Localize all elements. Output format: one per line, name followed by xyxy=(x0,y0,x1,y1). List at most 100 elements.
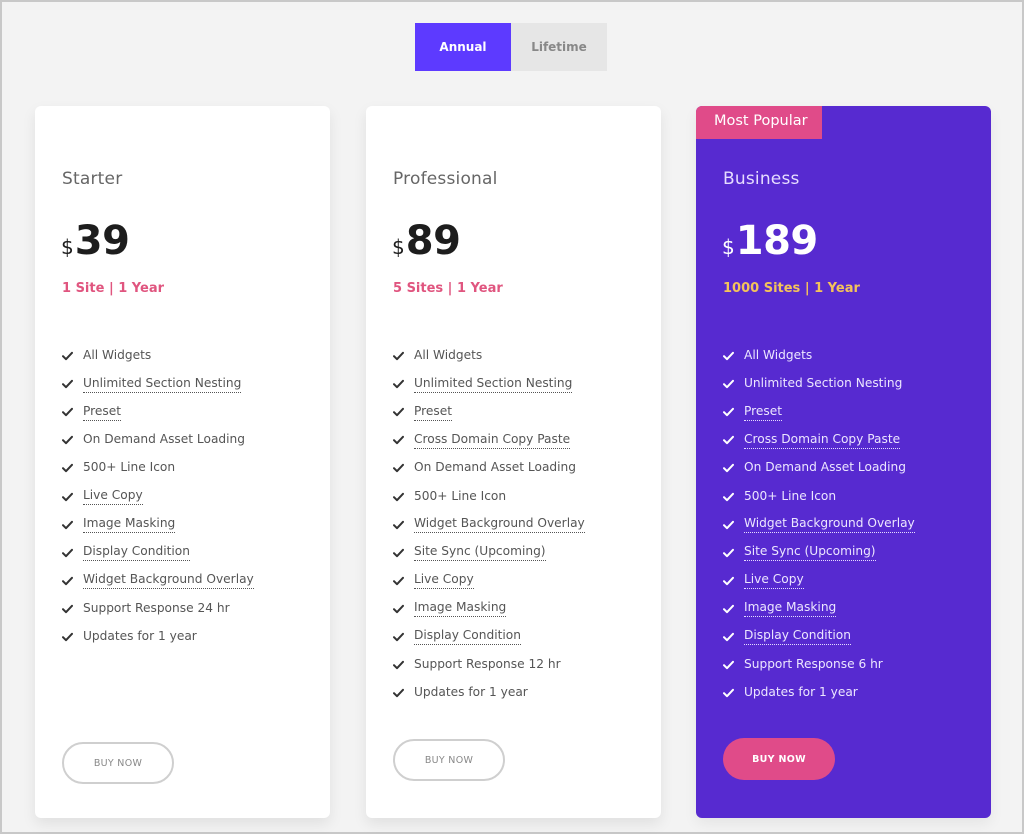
feature-tooltip-text[interactable]: Live Copy xyxy=(83,488,143,506)
feature-tooltip-text[interactable]: Image Masking xyxy=(414,600,507,618)
feature-item: Updates for 1 year xyxy=(62,623,254,651)
check-icon xyxy=(723,492,734,502)
feature-item: Image Masking xyxy=(393,595,585,623)
feature-tooltip-text[interactable]: Unlimited Section Nesting xyxy=(414,376,573,393)
check-icon xyxy=(393,632,404,642)
feature-list: All Widgets Unlimited Section Nesting Pres… xyxy=(62,342,254,651)
feature-item: On Demand Asset Loading xyxy=(62,426,254,454)
feature-tooltip-text[interactable]: Image Masking xyxy=(83,516,176,534)
check-icon xyxy=(62,632,73,642)
check-icon xyxy=(62,492,73,502)
check-icon xyxy=(62,407,73,417)
feature-item: Preset xyxy=(393,398,585,426)
pricing-card-business: Most Popular Business $ 189 1000 Sites |… xyxy=(696,106,991,818)
feature-item: All Widgets xyxy=(393,342,585,370)
feature-item: 500+ Line Icon xyxy=(62,454,254,482)
plan-name: Business xyxy=(723,169,800,189)
check-icon xyxy=(723,351,734,361)
feature-tooltip-text[interactable]: Cross Domain Copy Paste xyxy=(744,432,901,449)
feature-tooltip-text[interactable]: Unlimited Section Nesting xyxy=(83,376,242,393)
billing-toggle: Annual Lifetime xyxy=(415,23,607,71)
check-icon xyxy=(723,576,734,586)
tab-annual[interactable]: Annual xyxy=(415,23,511,71)
feature-item: Preset xyxy=(62,398,254,426)
currency-symbol: $ xyxy=(722,235,735,259)
feature-item: Preset xyxy=(723,398,915,426)
feature-item: Unlimited Section Nesting xyxy=(62,370,254,398)
feature-item: Cross Domain Copy Paste xyxy=(393,426,585,454)
check-icon xyxy=(393,463,404,473)
feature-item: Display Condition xyxy=(723,623,915,651)
check-icon xyxy=(393,407,404,417)
check-icon xyxy=(62,435,73,445)
buy-now-button[interactable]: BUY NOW xyxy=(393,739,505,781)
feature-tooltip-text[interactable]: Widget Background Overlay xyxy=(414,516,585,534)
check-icon xyxy=(393,520,404,530)
feature-item: Updates for 1 year xyxy=(723,679,915,707)
most-popular-badge: Most Popular xyxy=(696,106,822,139)
check-icon xyxy=(62,379,73,389)
feature-item: Live Copy xyxy=(62,482,254,510)
check-icon xyxy=(723,632,734,642)
feature-text: On Demand Asset Loading xyxy=(744,460,907,475)
feature-text: Support Response 12 hr xyxy=(414,657,561,672)
plan-sites: 1000 Sites | 1 Year xyxy=(723,281,860,296)
feature-list: All Widgets Unlimited Section Nesting Pres… xyxy=(723,342,915,707)
check-icon xyxy=(62,351,73,361)
feature-item: Support Response 6 hr xyxy=(723,651,915,679)
check-icon xyxy=(723,548,734,558)
feature-item: Site Sync (Upcoming) xyxy=(393,539,585,567)
feature-item: Live Copy xyxy=(723,567,915,595)
feature-tooltip-text[interactable]: Preset xyxy=(83,404,122,421)
feature-text: On Demand Asset Loading xyxy=(83,432,246,447)
feature-text: Unlimited Section Nesting xyxy=(744,376,903,391)
feature-tooltip-text[interactable]: Display Condition xyxy=(744,628,851,646)
feature-item: Cross Domain Copy Paste xyxy=(723,426,915,454)
check-icon xyxy=(393,576,404,586)
check-icon xyxy=(723,660,734,670)
buy-now-button[interactable]: BUY NOW xyxy=(62,742,174,784)
check-icon xyxy=(393,435,404,445)
buy-now-button[interactable]: BUY NOW xyxy=(723,738,835,780)
feature-item: Updates for 1 year xyxy=(393,679,585,707)
plan-price: $ 189 xyxy=(722,217,818,265)
check-icon xyxy=(393,351,404,361)
check-icon xyxy=(393,660,404,670)
feature-tooltip-text[interactable]: Cross Domain Copy Paste xyxy=(414,432,571,449)
check-icon xyxy=(723,407,734,417)
feature-text: Support Response 6 hr xyxy=(744,657,883,672)
feature-text: Updates for 1 year xyxy=(83,628,197,643)
price-amount: 39 xyxy=(74,218,130,264)
check-icon xyxy=(393,548,404,558)
feature-item: Widget Background Overlay xyxy=(723,511,915,539)
feature-tooltip-text[interactable]: Site Sync (Upcoming) xyxy=(744,544,876,562)
price-amount: 189 xyxy=(735,218,819,264)
currency-symbol: $ xyxy=(61,235,74,259)
feature-item: Unlimited Section Nesting xyxy=(393,370,585,398)
feature-text: 500+ Line Icon xyxy=(744,488,837,503)
feature-item: Display Condition xyxy=(393,623,585,651)
check-icon xyxy=(723,379,734,389)
feature-tooltip-text[interactable]: Live Copy xyxy=(414,572,474,590)
feature-item: Image Masking xyxy=(723,595,915,623)
check-icon xyxy=(393,379,404,389)
feature-tooltip-text[interactable]: Preset xyxy=(744,404,783,421)
feature-tooltip-text[interactable]: Widget Background Overlay xyxy=(83,572,254,590)
feature-tooltip-text[interactable]: Display Condition xyxy=(83,544,190,562)
tab-lifetime[interactable]: Lifetime xyxy=(511,23,607,71)
check-icon xyxy=(723,463,734,473)
feature-tooltip-text[interactable]: Widget Background Overlay xyxy=(744,516,915,534)
feature-tooltip-text[interactable]: Live Copy xyxy=(744,572,804,590)
feature-tooltip-text[interactable]: Image Masking xyxy=(744,600,837,618)
pricing-card-professional: Professional $ 89 5 Sites | 1 Year All W… xyxy=(366,106,661,818)
feature-item: All Widgets xyxy=(723,342,915,370)
currency-symbol: $ xyxy=(392,235,405,259)
feature-tooltip-text[interactable]: Preset xyxy=(414,404,453,421)
feature-item: 500+ Line Icon xyxy=(723,482,915,510)
feature-tooltip-text[interactable]: Display Condition xyxy=(414,628,521,646)
plan-name: Starter xyxy=(62,169,123,189)
check-icon xyxy=(723,688,734,698)
feature-item: Support Response 24 hr xyxy=(62,595,254,623)
plan-sites: 1 Site | 1 Year xyxy=(62,281,165,296)
feature-tooltip-text[interactable]: Site Sync (Upcoming) xyxy=(414,544,546,562)
